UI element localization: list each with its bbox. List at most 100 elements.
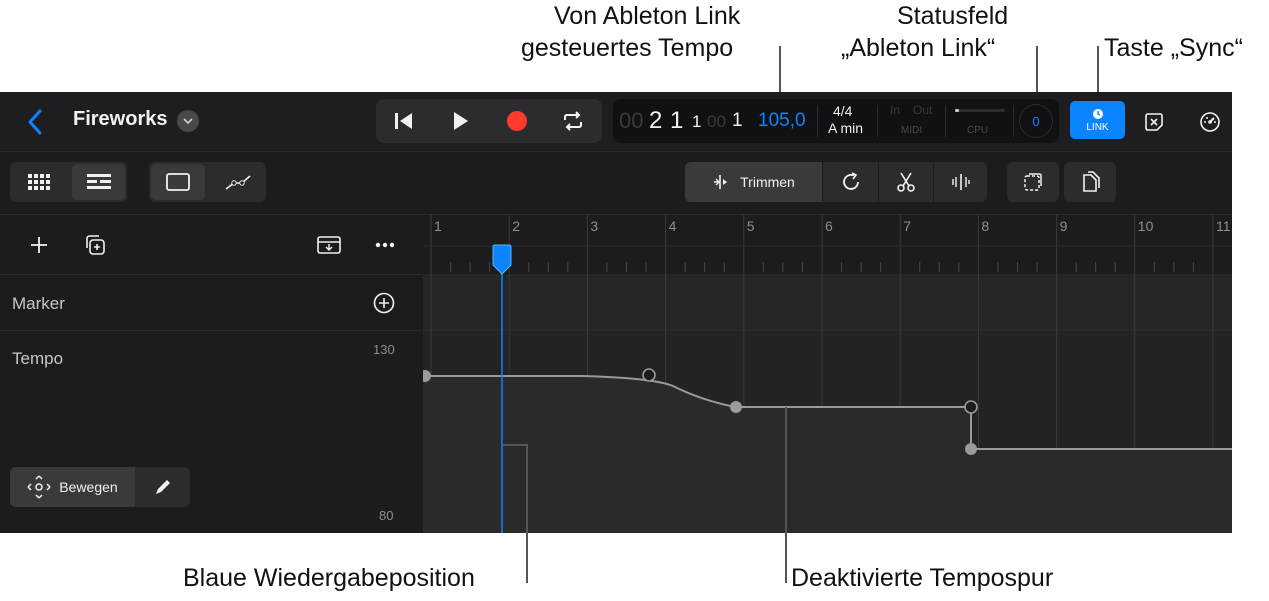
ruler-bar-number: 8	[981, 218, 989, 234]
browser-toggle-button[interactable]	[151, 164, 205, 200]
x-square-icon	[1145, 113, 1163, 131]
marker-track-label: Marker	[12, 294, 65, 313]
position-tick: 1	[732, 110, 743, 131]
import-button[interactable]	[314, 230, 344, 260]
copy-button[interactable]	[1064, 162, 1116, 202]
cycle-button[interactable]	[555, 103, 591, 139]
tempo-curve-handle[interactable]	[642, 368, 656, 382]
play-button[interactable]	[443, 103, 479, 139]
key-commands-button[interactable]	[1138, 106, 1170, 138]
tempo-track-header[interactable]: Tempo 130 80 Bewegen	[0, 331, 422, 533]
leader-tempo-track-inner	[785, 407, 787, 533]
link-sync-button[interactable]: LINK	[1070, 101, 1125, 139]
callout-sync-button: Taste „Sync“	[1104, 34, 1243, 62]
rectangle-icon	[166, 173, 190, 191]
scissors-icon	[897, 172, 915, 192]
play-icon	[454, 112, 468, 130]
editor-switcher	[149, 162, 266, 202]
tempo-node[interactable]	[730, 401, 742, 413]
tracks-area[interactable]: 1 2 3 4 5 6 7 8 9 10 11	[423, 215, 1232, 533]
tempo-node[interactable]	[965, 443, 977, 455]
move-arrows-icon	[27, 475, 51, 499]
add-marker-button[interactable]	[370, 289, 398, 317]
tracks-icon	[86, 174, 111, 189]
ruler-bar-number: 10	[1138, 218, 1154, 234]
plus-circle-icon	[373, 292, 395, 314]
position-beat: 1	[670, 107, 684, 134]
lcd-display[interactable]: 00 2 1 1 00 1 105,0 4/4 A min In Out MID…	[613, 99, 1059, 143]
chevron-left-icon	[28, 109, 42, 135]
loop-tool-button[interactable]	[823, 162, 878, 202]
ruler-bar-number: 5	[747, 218, 755, 234]
leader-tempo-track	[785, 533, 787, 583]
leader-sync	[1097, 46, 1099, 92]
ellipsis-icon	[375, 242, 395, 248]
leader-playhead-inner-v	[526, 444, 528, 533]
control-bar: Fireworks 00 2 1 1 00 1 105,0 4/4 A min …	[0, 92, 1232, 152]
gauge-icon	[1200, 112, 1220, 132]
leader-playhead-inner	[503, 444, 528, 446]
loop-icon	[842, 172, 859, 190]
midi-out-label: Out	[913, 103, 933, 117]
ruler-bar-number: 4	[669, 218, 677, 234]
pencil-button[interactable]	[136, 467, 190, 507]
transport-group	[376, 99, 602, 143]
cpu-meter-fill	[955, 109, 959, 112]
leader-status	[1036, 46, 1038, 92]
callout-tempo-track: Deaktivierte Tempospur	[791, 564, 1054, 592]
tempo-track-label: Tempo	[12, 349, 64, 368]
move-mode-group: Bewegen	[10, 467, 190, 507]
join-tool-button[interactable]	[934, 162, 987, 202]
record-button[interactable]	[499, 103, 535, 139]
back-button[interactable]	[18, 106, 52, 138]
automation-button[interactable]	[211, 164, 264, 200]
more-button[interactable]	[370, 230, 400, 260]
project-title[interactable]: Fireworks	[73, 108, 167, 131]
toolbar: Trimmen	[0, 152, 1232, 215]
trim-icon	[714, 175, 728, 189]
app-window: Fireworks 00 2 1 1 00 1 105,0 4/4 A min …	[0, 92, 1232, 533]
key-signature[interactable]: A min	[828, 120, 863, 136]
position-dim-ticks: 00	[707, 112, 726, 131]
project-menu-button[interactable]	[177, 110, 199, 132]
add-track-button[interactable]	[24, 230, 54, 260]
tracks-view-button[interactable]	[72, 164, 125, 200]
callout-linked-tempo-line1: Von Ableton Link	[554, 2, 741, 30]
leader-playhead	[526, 533, 528, 583]
link-status-field[interactable]: 0	[1019, 104, 1053, 138]
record-icon	[507, 111, 527, 131]
callout-link-status-line1: Statusfeld	[897, 2, 1009, 30]
tempo-node[interactable]	[964, 400, 978, 414]
callout-playhead: Blaue Wiedergabeposition	[183, 564, 475, 592]
tempo-value[interactable]: 105,0	[758, 110, 806, 132]
duplicate-track-button[interactable]	[80, 230, 110, 260]
live-loops-view-button[interactable]	[12, 164, 66, 200]
link-button-label: LINK	[1086, 121, 1109, 133]
copy-icon	[1083, 171, 1100, 192]
ruler-bar-number: 7	[903, 218, 911, 234]
marker-track-header[interactable]: Marker	[0, 275, 422, 330]
trim-button[interactable]: Trimmen	[685, 162, 822, 202]
select-all-button[interactable]	[1007, 162, 1059, 202]
edit-tools: Trimmen	[685, 162, 987, 202]
lcd-divider	[945, 105, 946, 137]
cycle-icon	[564, 111, 582, 131]
track-headers: Marker Tempo 130 80 Bewegen	[0, 215, 422, 533]
skip-back-icon	[395, 113, 412, 129]
callout-linked-tempo-line2: gesteuertes Tempo	[521, 34, 734, 62]
position-bar: 2	[649, 107, 663, 134]
settings-button[interactable]	[1194, 106, 1226, 138]
time-signature[interactable]: 4/4	[833, 103, 852, 119]
lcd-divider	[1013, 105, 1014, 137]
ruler-bar-number: 11	[1216, 218, 1231, 234]
ruler-bar-number: 9	[1060, 218, 1068, 234]
go-to-start-button[interactable]	[386, 103, 422, 139]
callout-link-status-line2: „Ableton Link“	[841, 34, 996, 62]
midi-in-label: In	[890, 103, 901, 117]
tempo-max-label: 130	[373, 342, 395, 357]
move-button[interactable]: Bewegen	[10, 467, 135, 507]
plus-icon	[31, 237, 47, 253]
split-tool-button[interactable]	[879, 162, 933, 202]
ruler-bar-number: 6	[825, 218, 833, 234]
dashed-copy-icon	[1024, 173, 1042, 191]
